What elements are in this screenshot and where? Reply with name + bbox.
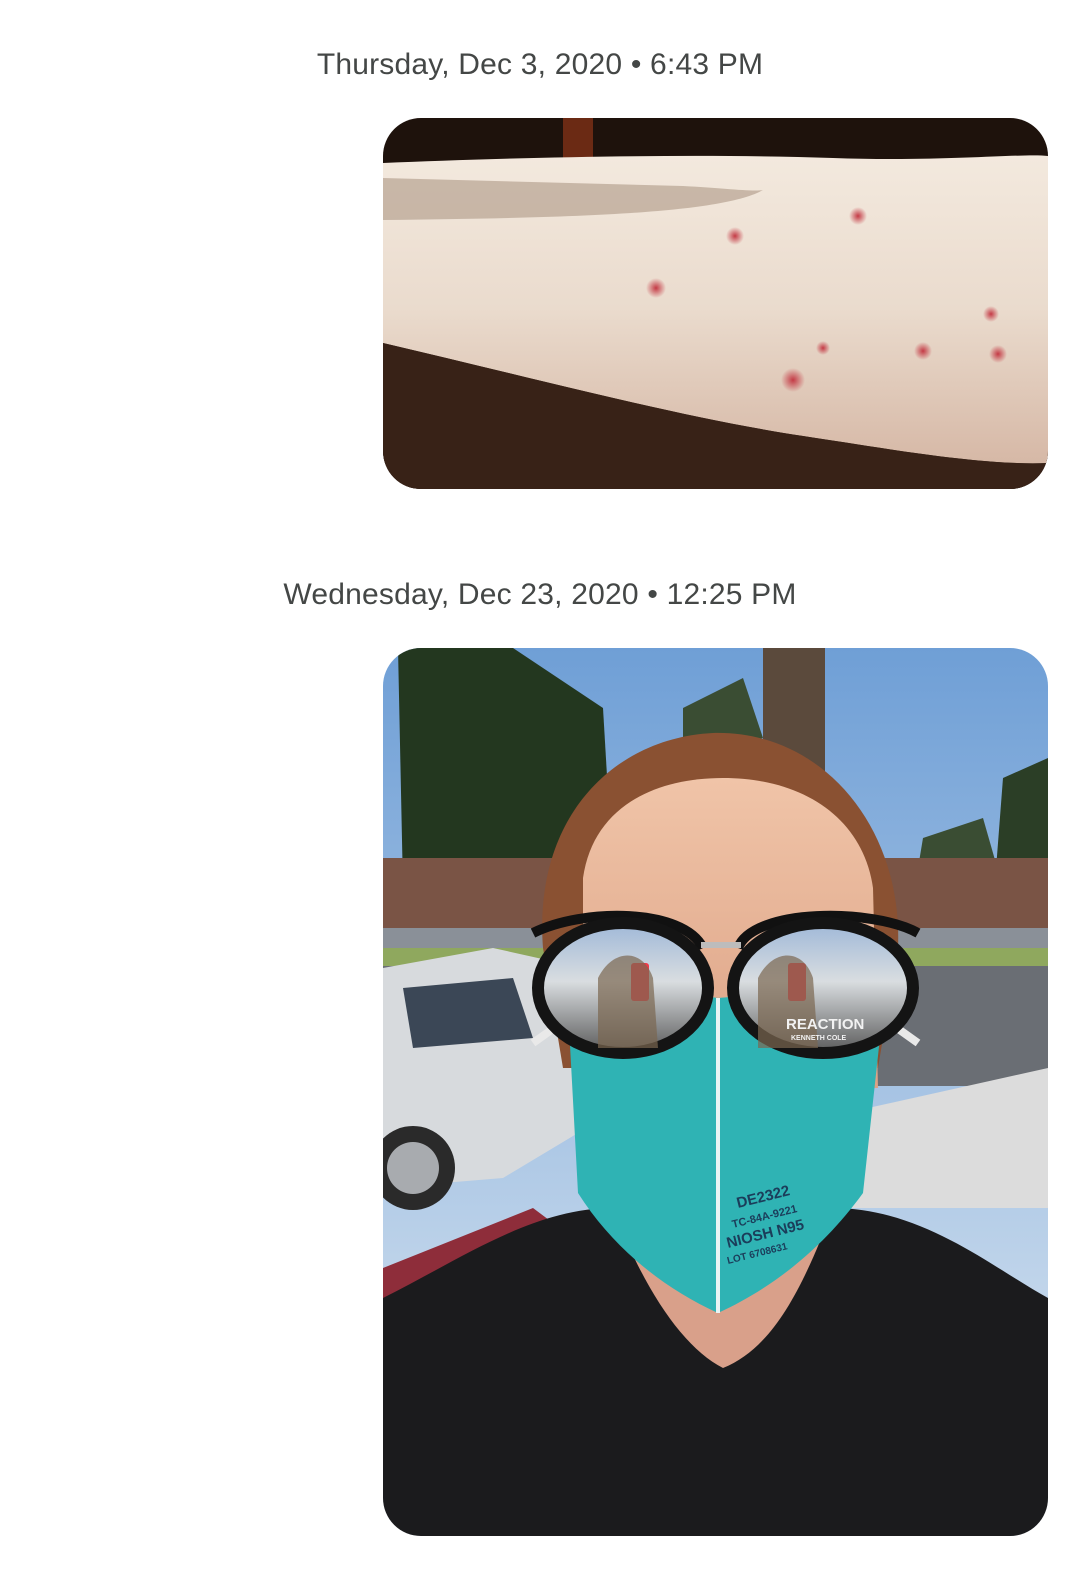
image-attachment-arm-photo[interactable] <box>383 118 1048 489</box>
message-timestamp: Wednesday, Dec 23, 2020 • 12:25 PM <box>283 578 797 611</box>
selfie-photo: DE2322 TC-84A-9221 NIOSH N95 LOT 6708631… <box>383 648 1048 1536</box>
sunglasses-brand-text: KENNETH COLE <box>791 1035 847 1042</box>
arm-photo <box>383 118 1048 489</box>
message-timestamp: Thursday, Dec 3, 2020 • 6:43 PM <box>316 48 764 81</box>
image-attachment-selfie-photo[interactable]: DE2322 TC-84A-9221 NIOSH N95 LOT 6708631… <box>383 648 1048 1536</box>
sunglasses-brand-text: REACTION <box>786 1016 864 1033</box>
